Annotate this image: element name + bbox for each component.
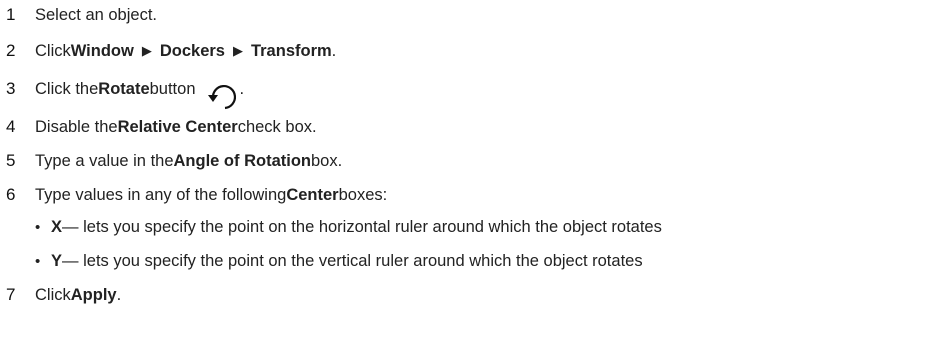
step-text-pre: Click — [35, 41, 71, 60]
bullet-marker: • — [35, 252, 41, 270]
menu-arrow-icon: ▶ — [141, 43, 152, 58]
step-7: 7 Click Apply . — [0, 282, 121, 308]
step-text-post: check box. — [237, 117, 317, 136]
step-text-post: box. — [311, 151, 343, 170]
bullet-item-x: • X — lets you specify the point on the … — [35, 214, 662, 240]
step-5: 5 Type a value in the Angle of Rotation … — [0, 148, 342, 174]
bullet-term: Y — [51, 251, 63, 270]
step-6: 6 Type values in any of the following Ce… — [0, 182, 387, 208]
step-text-pre: Click — [35, 285, 71, 304]
step-text-post: . — [116, 285, 122, 304]
step-text-pre: Type values in any of the following — [35, 185, 287, 204]
step-text-post: . — [331, 41, 337, 60]
bullet-text: — lets you specify the point on the hori… — [62, 217, 662, 236]
step-2: 2 Click Window ▶ Dockers ▶ Transform . — [0, 38, 336, 64]
step-text-pre: Disable the — [35, 117, 118, 136]
step-number: 2 — [6, 41, 16, 60]
step-text-post: button — [149, 79, 196, 98]
step-3: 3 Click the Rotate button . — [0, 76, 245, 110]
step-text-pre: Type a value in the — [35, 151, 174, 170]
menu-arrow-icon: ▶ — [232, 43, 243, 58]
menu-item-dockers: Dockers — [159, 41, 225, 60]
step-number: 5 — [6, 151, 16, 170]
bullet-marker: • — [35, 218, 41, 236]
bullet-text: — lets you specify the point on the vert… — [62, 251, 643, 270]
step-1: 1 Select an object. — [0, 2, 157, 28]
step-number: 1 — [6, 5, 16, 24]
step-number: 3 — [6, 79, 16, 98]
bullet-item-y: • Y — lets you specify the point on the … — [35, 248, 643, 274]
center-label: Center — [286, 185, 339, 204]
step-number: 4 — [6, 117, 16, 136]
menu-item-transform: Transform — [250, 41, 332, 60]
step-text-tail: . — [239, 79, 245, 98]
menu-item-window: Window — [70, 41, 134, 60]
angle-of-rotation-label: Angle of Rotation — [173, 151, 311, 170]
rotate-label: Rotate — [98, 79, 150, 98]
step-text-pre: Click the — [35, 79, 99, 98]
step-text: Select an object. — [35, 5, 157, 24]
step-number: 7 — [6, 285, 16, 304]
relative-center-label: Relative Center — [117, 117, 238, 136]
rotate-icon — [206, 79, 240, 113]
procedure-document: 1 Select an object. 2 Click Window ▶ Doc… — [0, 0, 951, 362]
step-4: 4 Disable the Relative Center check box. — [0, 114, 317, 140]
step-text-post: boxes: — [338, 185, 388, 204]
step-number: 6 — [6, 185, 16, 204]
apply-label: Apply — [70, 285, 117, 304]
bullet-term: X — [51, 217, 63, 236]
